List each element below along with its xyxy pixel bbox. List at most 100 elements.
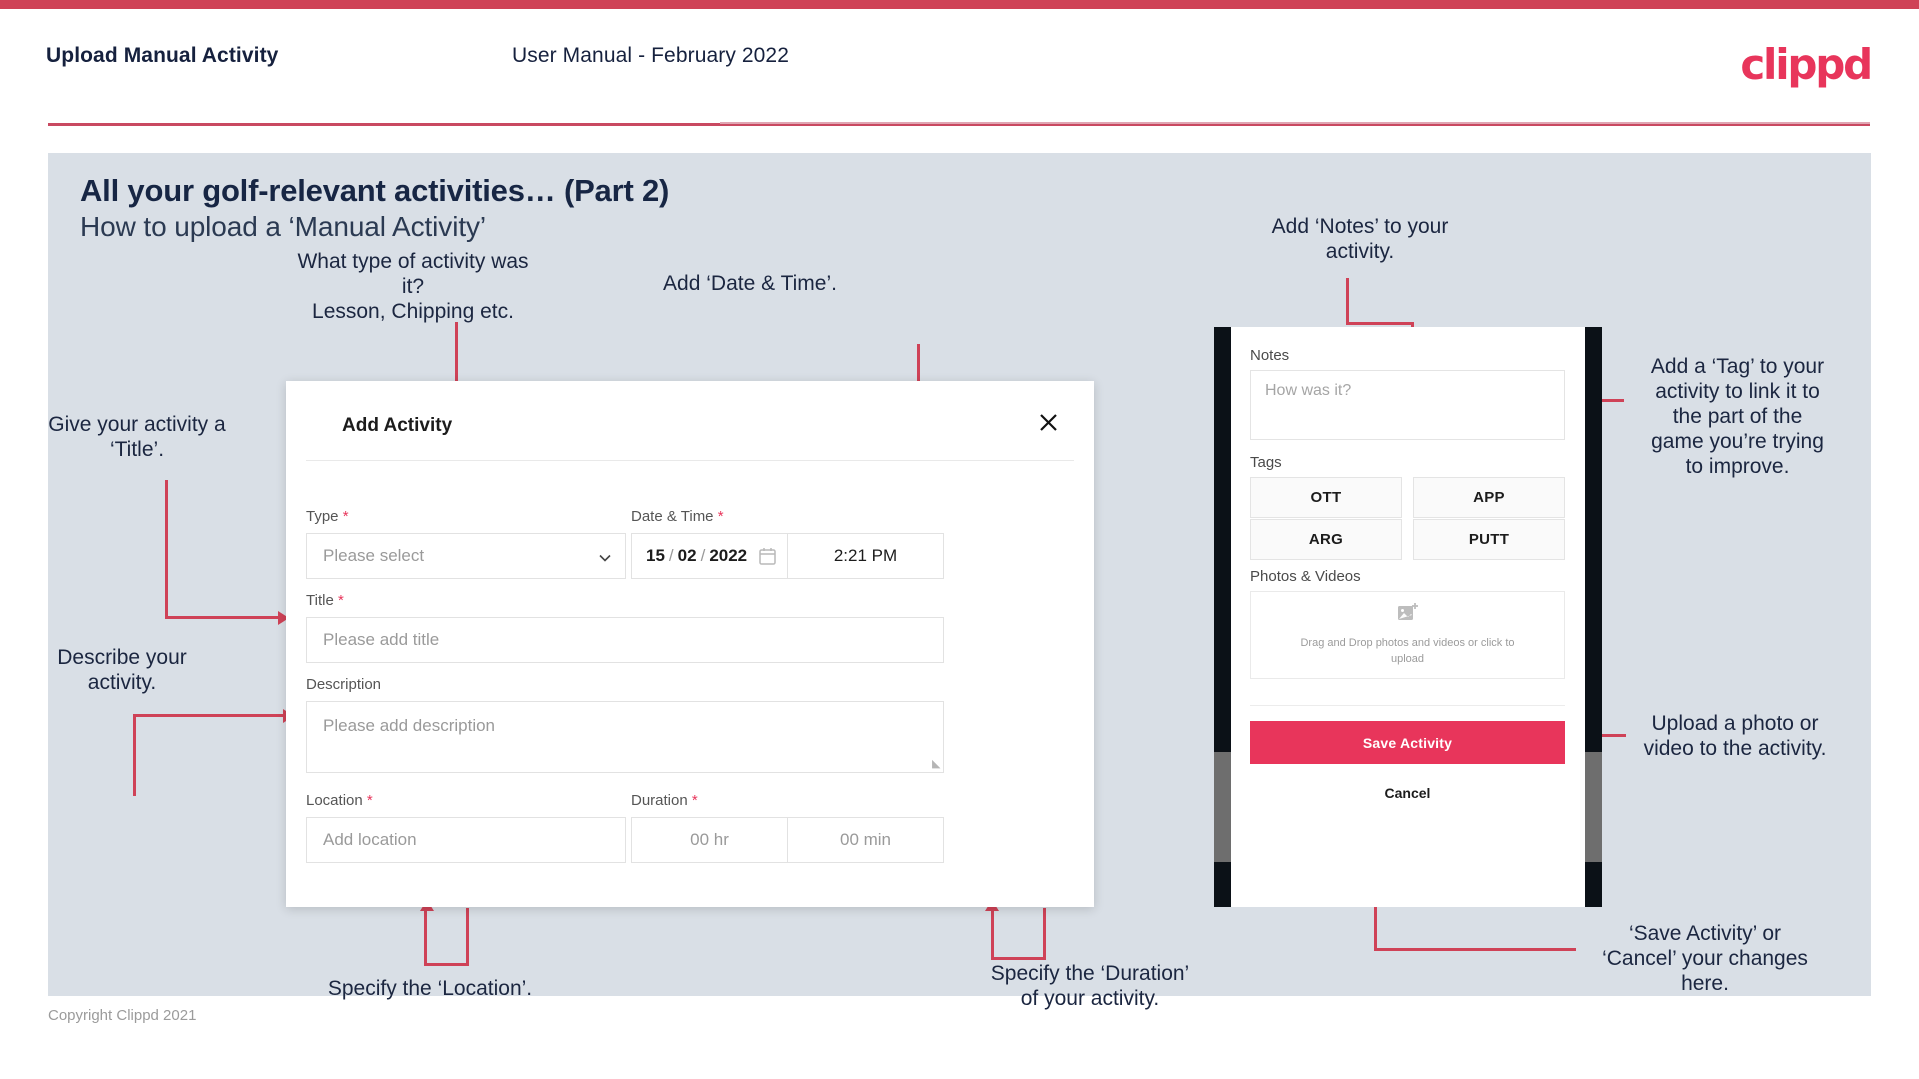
dialog-title: Add Activity [342, 415, 453, 436]
phone-bezel-right-segment [1585, 752, 1602, 862]
chevron-down-icon [598, 550, 611, 563]
tag-app[interactable]: APP [1413, 477, 1565, 518]
connector-dur-h [991, 957, 1046, 960]
time-input[interactable]: 2:21 PM [787, 533, 944, 579]
calendar-icon[interactable] [759, 547, 776, 565]
header-divider-light [720, 122, 1870, 124]
connector-dur-v2 [991, 908, 994, 958]
duration-minutes-input[interactable]: 00 min [787, 817, 944, 863]
tag-ott[interactable]: OTT [1250, 477, 1402, 518]
header-subtitle: User Manual - February 2022 [512, 44, 789, 67]
date-sep-2: / [700, 546, 706, 565]
tag-putt-label: PUTT [1468, 531, 1510, 548]
connector-desc-v [133, 716, 136, 796]
connector-loc-v [466, 908, 469, 966]
close-x-glyph [1039, 413, 1057, 431]
annotation-photos: Upload a photo or video to the activity. [1643, 712, 1827, 760]
tag-arg[interactable]: ARG [1250, 519, 1402, 560]
description-textarea[interactable]: Please add description ◢ [306, 701, 944, 773]
slide-subtitle: How to upload a ‘Manual Activity’ [80, 211, 487, 242]
duration-label-text: Duration [631, 792, 688, 809]
tag-arg-label: ARG [1308, 531, 1344, 548]
datetime-label-text: Date & Time [631, 508, 714, 525]
duration-minutes-value: 00 min [839, 830, 892, 849]
connector-desc-h [133, 714, 285, 717]
phone-bezel-right [1585, 327, 1602, 907]
required-asterisk: * [687, 792, 698, 809]
required-asterisk: * [333, 592, 344, 609]
time-value: 2:21 PM [833, 546, 898, 565]
phone-divider [1250, 705, 1565, 706]
connector-title-v [165, 480, 168, 618]
annotation-type: What type of activity was it? Lesson, Ch… [297, 250, 529, 323]
cancel-label: Cancel [1384, 785, 1431, 801]
phone-bezel-left-segment [1214, 752, 1231, 862]
tag-putt[interactable]: PUTT [1413, 519, 1565, 560]
date-day: 15 [646, 546, 665, 565]
type-select-value: Please select [323, 546, 425, 565]
description-placeholder: Please add description [323, 716, 496, 735]
footer-copyright: Copyright Clippd 2021 [48, 1007, 197, 1024]
slide-page: Upload Manual Activity User Manual - Feb… [0, 0, 1919, 1079]
type-select[interactable]: Please select [306, 533, 626, 579]
top-accent-stripe [0, 0, 1919, 9]
duration-hours-input[interactable]: 00 hr [631, 817, 788, 863]
add-image-icon [1397, 602, 1419, 627]
notes-textarea[interactable]: How was it? [1250, 370, 1565, 440]
title-label-text: Title [306, 592, 334, 609]
notes-placeholder: How was it? [1265, 382, 1352, 399]
location-placeholder: Add location [323, 830, 417, 849]
annotation-datetime: Add ‘Date & Time’. [663, 272, 837, 295]
duration-hours-value: 00 hr [690, 830, 729, 849]
annotation-duration: Specify the ‘Duration’ of your activity. [990, 962, 1190, 1010]
phone-screen: Notes How was it? Tags OTT APP ARG PUTT … [1231, 327, 1585, 907]
type-label-text: Type [306, 508, 339, 525]
connector-title-h [165, 616, 280, 619]
annotation-tags: Add a ‘Tag’ to your activity to link it … [1650, 355, 1825, 478]
connector-notes-h [1346, 322, 1414, 325]
phone-bezel-left [1214, 327, 1231, 907]
connector-save-h [1374, 948, 1576, 951]
save-activity-label: Save Activity [1362, 734, 1453, 751]
annotation-description: Describe your activity. [57, 646, 187, 694]
phone-mockup: Notes How was it? Tags OTT APP ARG PUTT … [1214, 327, 1602, 907]
date-input[interactable]: 15 / 02 / 2022 [631, 533, 788, 579]
datetime-label: Date & Time * [631, 508, 724, 525]
add-activity-dialog: Add Activity Type * Please select Date &… [286, 381, 1094, 907]
tag-app-label: APP [1473, 489, 1505, 506]
connector-dur-v [1043, 908, 1046, 960]
annotation-notes: Add ‘Notes’ to your activity. [1271, 215, 1449, 263]
page-title: Upload Manual Activity [46, 44, 279, 67]
type-label: Type * [306, 508, 349, 525]
date-sep-1: / [668, 546, 674, 565]
title-input-placeholder: Please add title [323, 630, 440, 649]
connector-type-v1 [455, 322, 458, 390]
photo-dropzone[interactable]: Drag and Drop photos and videos or click… [1250, 591, 1565, 679]
date-year: 2022 [709, 546, 748, 565]
location-label: Location * [306, 792, 373, 809]
description-label-text: Description [306, 676, 382, 693]
date-month: 02 [677, 546, 697, 565]
connector-loc-h [424, 963, 469, 966]
required-asterisk: * [713, 508, 724, 525]
description-label: Description [306, 676, 381, 693]
required-asterisk: * [362, 792, 373, 809]
annotation-save: ‘Save Activity’ or ‘Cancel’ your changes… [1602, 922, 1808, 995]
dialog-divider [306, 460, 1074, 461]
notes-label: Notes [1250, 347, 1290, 364]
location-label-text: Location [306, 792, 363, 809]
connector-notes-v1 [1346, 278, 1349, 324]
location-input[interactable]: Add location [306, 817, 626, 863]
title-input[interactable]: Please add title [306, 617, 944, 663]
slide-title: All your golf-relevant activities… (Part… [80, 173, 670, 208]
dropzone-text: Drag and Drop photos and videos or click… [1300, 637, 1515, 665]
close-icon[interactable] [1032, 406, 1064, 438]
resize-grip-icon[interactable]: ◢ [932, 757, 940, 770]
required-asterisk: * [338, 508, 349, 525]
tag-ott-label: OTT [1310, 489, 1342, 506]
save-activity-button[interactable]: Save Activity [1250, 721, 1565, 764]
cancel-button[interactable]: Cancel [1250, 785, 1565, 801]
photos-label: Photos & Videos [1250, 568, 1361, 585]
annotation-location: Specify the ‘Location’. [327, 977, 533, 1000]
title-label: Title * [306, 592, 344, 609]
